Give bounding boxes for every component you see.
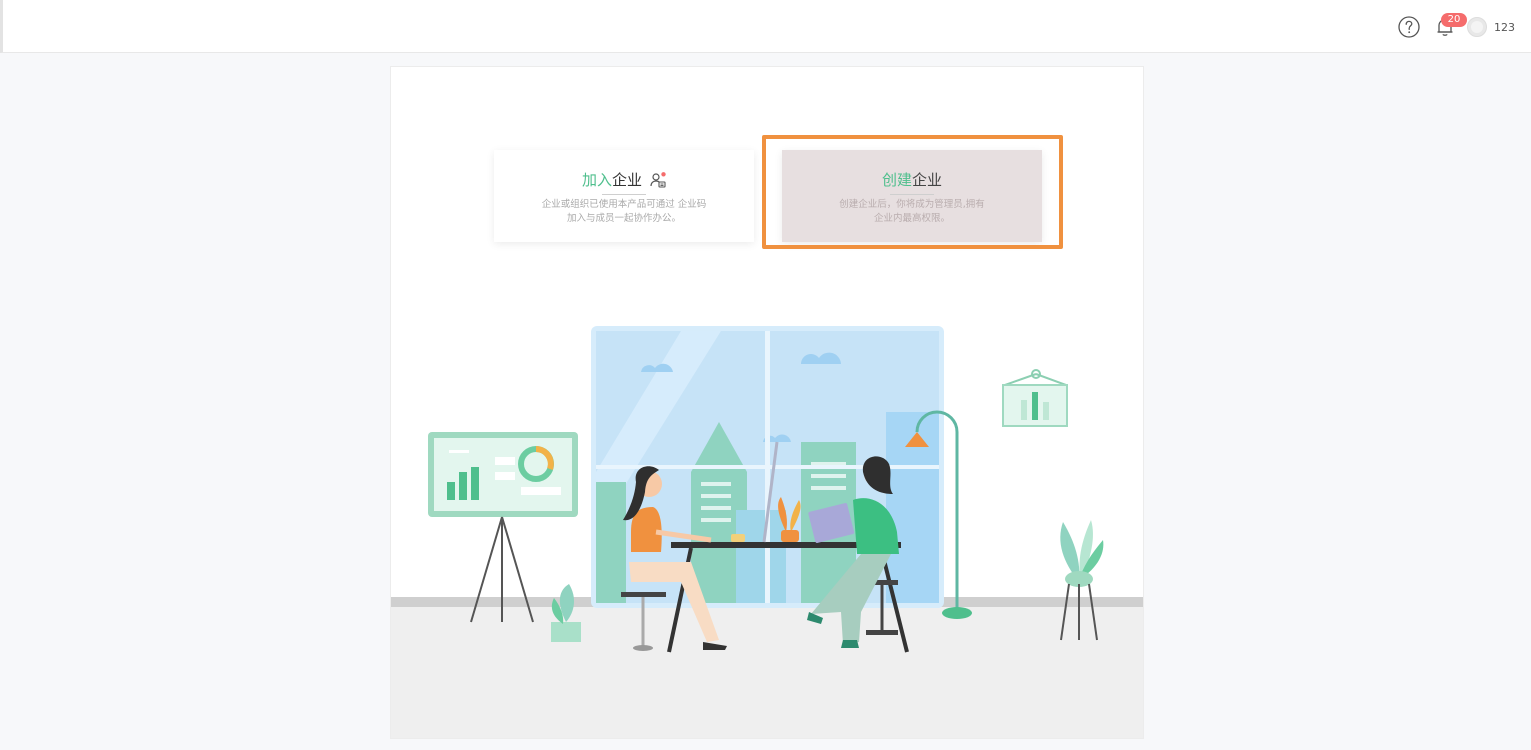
create-card-title: 创建 企业 xyxy=(782,170,1042,190)
join-title-accent: 加入 xyxy=(581,171,612,189)
avatar-icon[interactable] xyxy=(1467,17,1487,37)
notifications-button[interactable]: 20 xyxy=(1433,13,1467,39)
main-panel: 加入 企业 企业或组织已使用本产品可通过 企业码 加入与成员一起协作办公。 创建企… xyxy=(390,66,1144,739)
office-illustration xyxy=(391,326,1143,738)
title-divider xyxy=(602,194,646,195)
user-card-icon xyxy=(650,172,666,188)
username[interactable]: 123 xyxy=(1494,21,1515,34)
join-card-description: 企业或组织已使用本产品可通过 企业码 加入与成员一起协作办公。 xyxy=(541,199,707,224)
create-title-rest: 企业 xyxy=(912,171,943,189)
title-divider xyxy=(890,194,934,195)
top-bar: 20 123 xyxy=(0,0,1531,53)
create-card-description: 创建企业后，你将成为管理员,拥有 企业内最高权限。 xyxy=(839,199,985,224)
header-actions: 20 123 xyxy=(1397,13,1515,40)
create-enterprise-card[interactable]: 创建 企业 创建企业后，你将成为管理员,拥有 企业内最高权限。 xyxy=(782,150,1042,242)
question-circle-icon[interactable] xyxy=(1397,15,1421,39)
create-title-accent: 创建 xyxy=(881,171,912,189)
join-title-rest: 企业 xyxy=(612,171,643,189)
notification-count-badge: 20 xyxy=(1441,13,1467,27)
join-card-title: 加入 企业 xyxy=(494,170,754,190)
join-enterprise-card[interactable]: 加入 企业 企业或组织已使用本产品可通过 企业码 加入与成员一起协作办公。 xyxy=(494,150,754,242)
